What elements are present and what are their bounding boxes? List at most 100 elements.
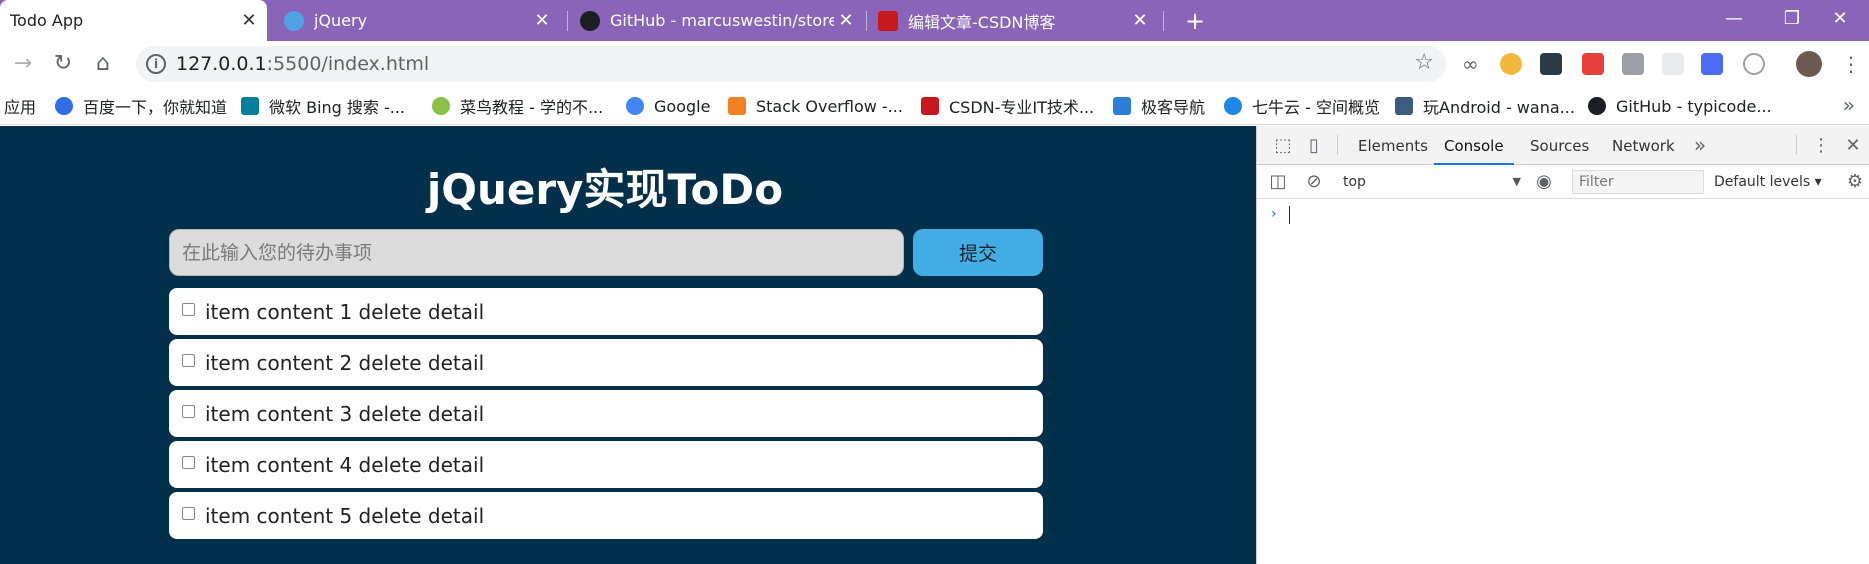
- log-levels-dropdown[interactable]: Default levels ▾: [1714, 170, 1822, 194]
- blank-extension-icon[interactable]: [1662, 53, 1684, 75]
- bookmark-bing[interactable]: 微软 Bing 搜索 -...: [241, 87, 405, 125]
- github-favicon-icon: [580, 10, 600, 31]
- home-button[interactable]: ⌂: [88, 49, 118, 79]
- divider: [1337, 135, 1338, 155]
- bookmarks-bar: 应用 百度一下，你就知道 微软 Bing 搜索 -... 菜鸟教程 - 学的不.…: [0, 87, 1869, 125]
- submit-button[interactable]: 提交: [913, 229, 1043, 276]
- info-icon[interactable]: i: [146, 54, 166, 74]
- divider: [1796, 135, 1797, 155]
- tab-jquery[interactable]: jQuery ✕: [280, 0, 560, 41]
- baidu-icon: [55, 97, 73, 115]
- todo-checkbox[interactable]: [182, 507, 195, 520]
- stackoverflow-icon: [728, 97, 746, 115]
- csdn-icon: [921, 97, 939, 115]
- bookmark-github-typicode[interactable]: GitHub - typicode...: [1588, 87, 1772, 125]
- bookmark-google[interactable]: Google: [626, 87, 710, 125]
- runoob-icon: [432, 97, 450, 115]
- bookmark-wanandroid[interactable]: 玩Android - wana...: [1395, 87, 1575, 125]
- inspect-element-icon[interactable]: ⬚: [1272, 135, 1294, 157]
- more-tabs-icon[interactable]: »: [1689, 134, 1711, 156]
- tab-todo-app[interactable]: Todo App ✕: [0, 0, 267, 41]
- tab-strip: Todo App ✕ jQuery ✕ GitHub - marcuswesti…: [0, 0, 1869, 41]
- bookmark-baidu[interactable]: 百度一下，你就知道: [55, 87, 227, 125]
- android-icon: [1395, 97, 1413, 115]
- jh-extension-icon[interactable]: [1701, 53, 1723, 75]
- github-icon: [1588, 97, 1606, 115]
- todo-text: item content 3 delete detail: [205, 401, 485, 426]
- menu-icon[interactable]: ⋮: [1840, 53, 1862, 75]
- filter-input[interactable]: [1572, 170, 1704, 194]
- todo-text: item content 1 delete detail: [205, 299, 485, 324]
- tab-github-store[interactable]: GitHub - marcuswestin/store.js ✕: [578, 0, 864, 41]
- tab-separator: [866, 11, 867, 31]
- close-icon[interactable]: ✕: [530, 10, 554, 31]
- bookmark-csdn[interactable]: CSDN-专业IT技术...: [921, 87, 1094, 125]
- minimize-button[interactable]: —: [1705, 0, 1763, 41]
- bookmarks-more-icon[interactable]: »: [1843, 93, 1855, 117]
- todo-checkbox[interactable]: [182, 456, 195, 469]
- todo-checkbox[interactable]: [182, 354, 195, 367]
- bookmark-stackoverflow[interactable]: Stack Overflow -...: [728, 87, 903, 125]
- tab-console[interactable]: Console: [1434, 126, 1514, 165]
- avatar[interactable]: [1796, 51, 1822, 77]
- tab-elements[interactable]: Elements: [1348, 126, 1438, 165]
- bookmark-star-icon[interactable]: ☆: [1414, 50, 1434, 75]
- tab-network[interactable]: Network: [1602, 126, 1685, 165]
- devtools-panel: ⬚ ▯ Elements Console Sources Network » ⋮…: [1256, 126, 1869, 564]
- console-toolbar: ◫ ⊘ top ▼ ◉ Default levels ▾ ⚙: [1257, 165, 1869, 199]
- bookmark-jike[interactable]: 极客导航: [1113, 87, 1205, 125]
- console-input[interactable]: [1289, 206, 1290, 224]
- close-icon[interactable]: ✕: [237, 10, 261, 31]
- bing-icon: [241, 97, 259, 115]
- clear-console-icon[interactable]: ⊘: [1303, 171, 1325, 193]
- close-icon[interactable]: ✕: [834, 10, 858, 31]
- reload-button[interactable]: ↻: [48, 49, 78, 79]
- dots-extension-icon[interactable]: [1540, 53, 1562, 75]
- bookmark-runoob[interactable]: 菜鸟教程 - 学的不...: [432, 87, 603, 125]
- devtools-close-icon[interactable]: ✕: [1842, 135, 1864, 157]
- console-prompt-icon: ›: [1271, 206, 1277, 222]
- red-extension-icon[interactable]: [1582, 53, 1604, 75]
- circle-extension-icon[interactable]: [1743, 53, 1765, 75]
- jike-icon: [1113, 97, 1131, 115]
- todo-checkbox[interactable]: [182, 405, 195, 418]
- tab-sources[interactable]: Sources: [1520, 126, 1599, 165]
- todo-page: jQuery实现ToDo 提交 item content 1 delete de…: [0, 126, 1256, 564]
- tab-title: 编辑文章-CSDN博客: [908, 12, 1056, 32]
- new-tab-button[interactable]: +: [1180, 6, 1210, 36]
- todo-item: item content 4 delete detail: [169, 441, 1043, 488]
- jquery-favicon-icon: [284, 10, 304, 31]
- context-selector[interactable]: top ▼: [1343, 170, 1521, 194]
- tab-title: Todo App: [10, 11, 84, 30]
- todo-input[interactable]: [169, 229, 904, 276]
- todo-checkbox[interactable]: [182, 303, 195, 316]
- close-icon[interactable]: ✕: [1128, 10, 1152, 31]
- device-toolbar-icon[interactable]: ▯: [1303, 135, 1325, 157]
- page-title: jQuery实现ToDo: [426, 165, 784, 214]
- sidebar-toggle-icon[interactable]: ◫: [1267, 171, 1289, 193]
- todo-text: item content 2 delete detail: [205, 350, 485, 375]
- bookmark-apps[interactable]: 应用: [4, 87, 36, 125]
- tab-separator: [1163, 11, 1164, 31]
- todo-item: item content 2 delete detail: [169, 339, 1043, 386]
- devtools-tabbar: ⬚ ▯ Elements Console Sources Network » ⋮…: [1257, 126, 1869, 165]
- gear-icon[interactable]: ⚙: [1844, 171, 1866, 193]
- qiniu-icon: [1224, 97, 1242, 115]
- tab-csdn[interactable]: 编辑文章-CSDN博客 ✕: [876, 0, 1158, 41]
- bookmark-qiniu[interactable]: 七牛云 - 空间概览: [1224, 87, 1380, 125]
- eye-icon[interactable]: ◉: [1533, 171, 1555, 193]
- tab-separator: [567, 11, 568, 31]
- todo-list: item content 1 delete detail item conten…: [169, 288, 1043, 543]
- vue-devtools-icon[interactable]: [1622, 53, 1644, 75]
- todo-text: item content 5 delete detail: [205, 503, 485, 528]
- back-button[interactable]: →: [8, 49, 38, 79]
- browser-toolbar: → ↻ ⌂ i 127.0.0.1:5500/index.html ☆ ∞ ⋮: [0, 41, 1869, 87]
- window-close-button[interactable]: ✕: [1811, 0, 1869, 41]
- infinity-extension-icon[interactable]: ∞: [1462, 53, 1484, 75]
- devtools-menu-icon[interactable]: ⋮: [1810, 135, 1832, 157]
- address-bar[interactable]: i 127.0.0.1:5500/index.html ☆: [136, 46, 1446, 82]
- todo-item: item content 1 delete detail: [169, 288, 1043, 335]
- google-icon: [626, 97, 644, 115]
- tab-title: GitHub - marcuswestin/store.js: [610, 11, 834, 30]
- shield-extension-icon[interactable]: [1500, 53, 1522, 75]
